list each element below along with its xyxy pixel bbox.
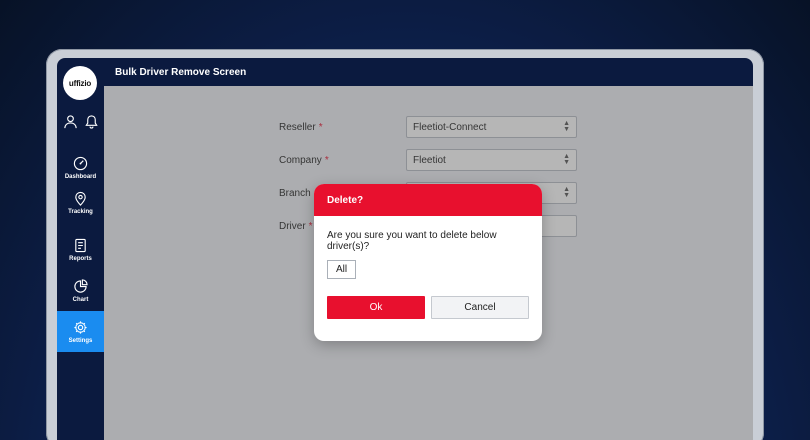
sidebar-item-label: Chart — [72, 296, 89, 303]
dialog-title: Delete? — [314, 184, 542, 216]
page-title: Bulk Driver Remove Screen — [104, 58, 753, 86]
sidebar: uffizio Dashboard Tracking Reports Chart… — [57, 58, 104, 440]
sidebar-item-chart[interactable]: Chart — [57, 270, 104, 311]
sidebar-item-label: Tracking — [68, 208, 93, 215]
ok-button[interactable]: Ok — [327, 296, 425, 319]
app-screen: uffizio Dashboard Tracking Reports Chart… — [57, 58, 753, 440]
logo: uffizio — [63, 66, 97, 100]
sidebar-item-settings[interactable]: Settings — [57, 311, 104, 352]
report-icon — [75, 238, 86, 252]
bell-icon[interactable] — [84, 114, 99, 129]
sidebar-item-label: Reports — [69, 255, 92, 262]
delete-dialog: Delete? Are you sure you want to delete … — [314, 184, 542, 341]
selection-badge: All — [327, 260, 356, 279]
map-pin-icon — [75, 191, 86, 206]
device-frame: uffizio Dashboard Tracking Reports Chart… — [46, 49, 764, 440]
pie-chart-icon — [74, 278, 88, 293]
sidebar-item-label: Settings — [68, 337, 93, 344]
gear-icon — [74, 320, 87, 334]
sidebar-item-tracking[interactable]: Tracking — [57, 182, 104, 223]
dialog-message: Are you sure you want to delete below dr… — [327, 230, 497, 252]
dialog-actions: Ok Cancel — [327, 296, 529, 319]
sidebar-item-label: Dashboard — [64, 173, 97, 180]
speedometer-icon — [73, 156, 88, 170]
cancel-button[interactable]: Cancel — [431, 296, 529, 319]
user-icon[interactable] — [63, 114, 78, 129]
sidebar-item-reports[interactable]: Reports — [57, 229, 104, 270]
sidebar-top-icons — [63, 114, 99, 129]
